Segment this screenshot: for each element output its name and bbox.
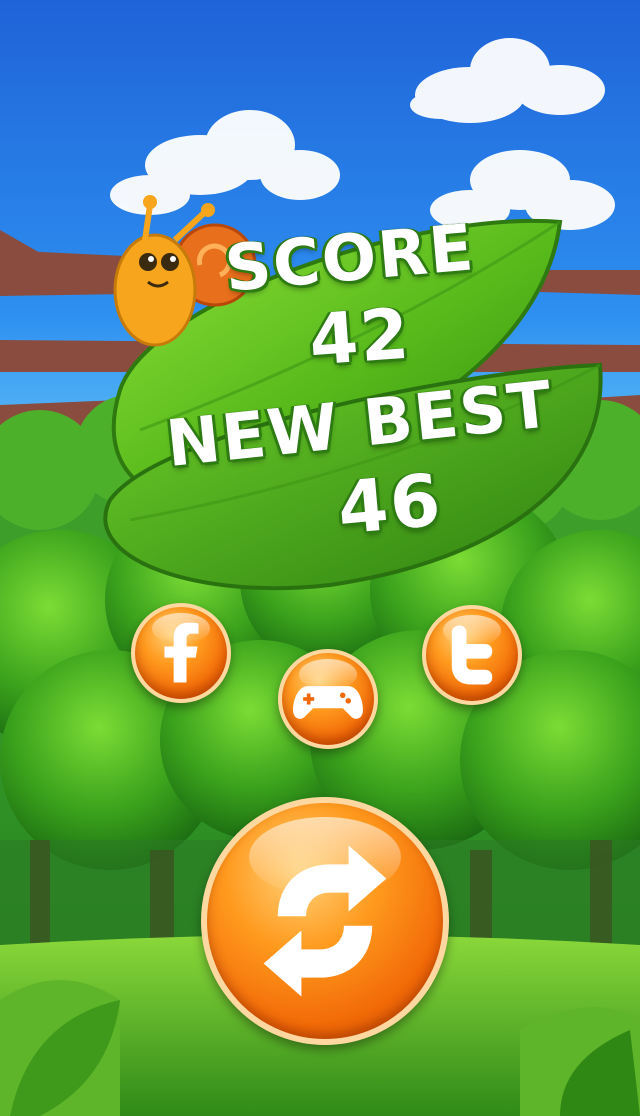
replay-icon — [263, 845, 387, 997]
twitter-button[interactable] — [422, 605, 522, 705]
facebook-button[interactable] — [131, 603, 231, 703]
cloud — [410, 38, 605, 123]
facebook-icon — [164, 622, 199, 683]
twitter-icon — [451, 625, 493, 685]
game-center-button[interactable] — [278, 649, 378, 749]
gamepad-icon — [293, 686, 363, 719]
replay-button[interactable] — [201, 797, 449, 1045]
